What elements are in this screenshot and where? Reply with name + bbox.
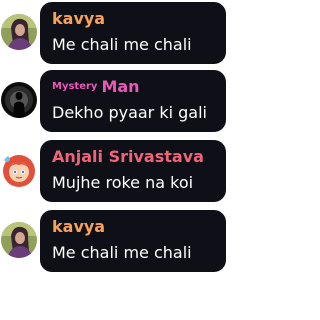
chat-message: Mystery Man Dekho pyaar ki gali	[0, 70, 244, 134]
avatar[interactable]	[1, 222, 37, 258]
chat-message: Anjali Srivastava Mujhe roke na koi	[0, 140, 244, 204]
sender-name[interactable]: kavya	[52, 10, 105, 28]
silhouette-icon	[1, 82, 37, 118]
message-bubble[interactable]: Anjali Srivastava Mujhe roke na koi	[40, 140, 226, 202]
user-photo-icon	[1, 222, 37, 258]
message-text: Dekho pyaar ki gali	[52, 103, 207, 122]
message-text: Me chali me chali	[52, 243, 192, 262]
sender-name[interactable]: Mystery Man	[52, 78, 140, 96]
message-bubble[interactable]: kavya Me chali me chali	[40, 210, 226, 272]
message-bubble[interactable]: Mystery Man Dekho pyaar ki gali	[40, 70, 226, 132]
sender-name-main: Man	[101, 77, 140, 96]
avatar[interactable]	[1, 82, 37, 118]
avatar[interactable]	[1, 14, 37, 50]
sender-name[interactable]: kavya	[52, 218, 105, 236]
message-bubble[interactable]: kavya Me chali me chali	[40, 2, 226, 64]
user-photo-icon	[1, 14, 37, 50]
cartoon-girl-icon	[1, 152, 37, 188]
chat-message: kavya Me chali me chali	[0, 210, 244, 274]
message-text: Me chali me chali	[52, 35, 192, 54]
chat-thread: kavya Me chali me chali Mystery Man Dekho…	[0, 0, 244, 320]
avatar[interactable]	[1, 152, 37, 188]
sender-name[interactable]: Anjali Srivastava	[52, 148, 204, 166]
chat-message: kavya Me chali me chali	[0, 2, 244, 66]
sender-name-prefix: Mystery	[52, 81, 98, 92]
message-text: Mujhe roke na koi	[52, 173, 194, 192]
